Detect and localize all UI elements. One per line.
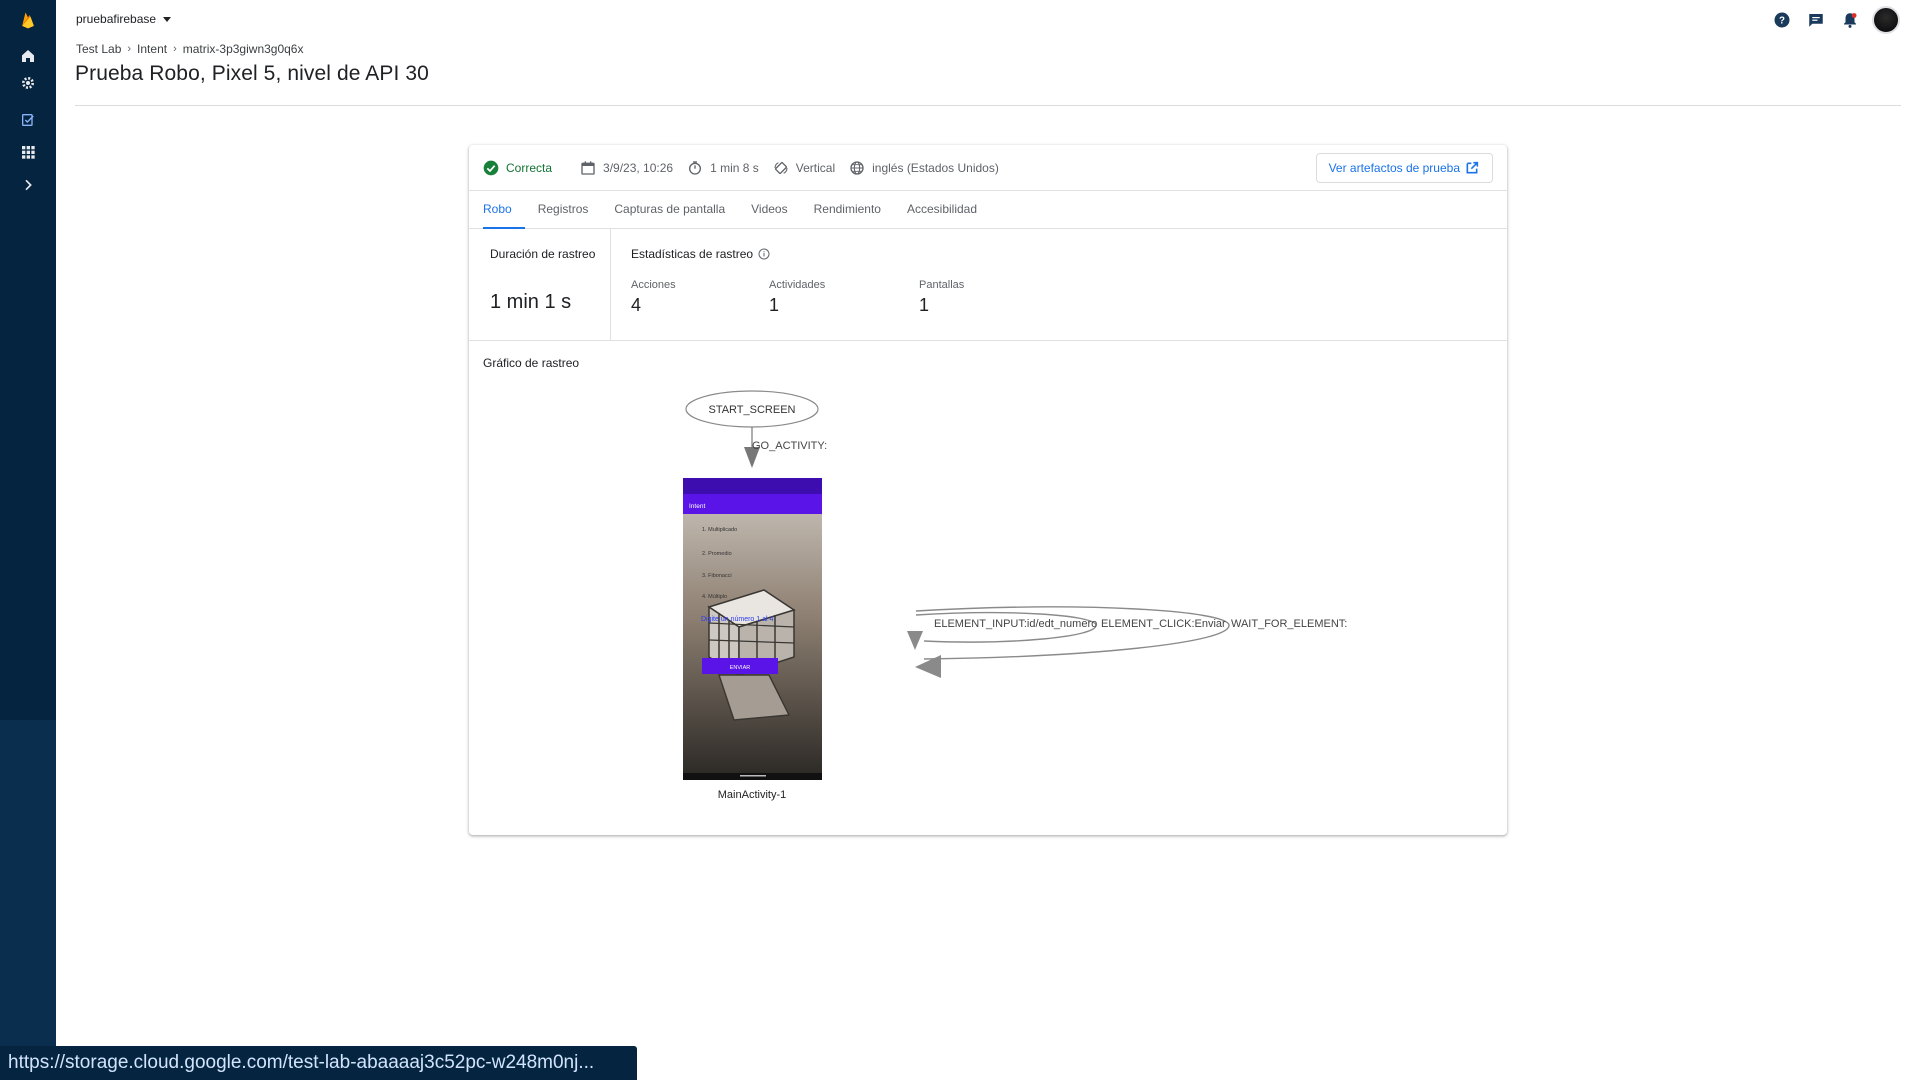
edge-label: GO_ACTIVITY: — [752, 440, 827, 452]
loop-label-input: ELEMENT_INPUT:id/edt_numero — [934, 618, 1097, 630]
test-result-card: Correcta 3/9/23, 10:26 1 min 8 s Vertica… — [469, 145, 1507, 835]
status-badge: Correcta — [483, 160, 552, 176]
project-name: pruebafirebase — [76, 12, 157, 26]
go-activity-edge: GO_ACTIVITY: — [744, 427, 827, 468]
metric-pantallas: Pantallas 1 — [919, 279, 964, 316]
loop-label-wait: WAIT_FOR_ELEMENT: — [1231, 618, 1347, 630]
screen-node-label: MainActivity-1 — [718, 789, 786, 801]
result-tabs: Robo Registros Capturas de pantalla Vide… — [469, 191, 1507, 229]
crawl-duration-label: Duración de rastreo — [490, 247, 596, 261]
view-artifacts-button[interactable]: Ver artefactos de prueba — [1315, 152, 1493, 183]
locale-text: inglés (Estados Unidos) — [872, 160, 999, 175]
date-info: 3/9/23, 10:26 — [580, 160, 673, 176]
header-divider — [75, 105, 1901, 106]
rail-decoration — [0, 720, 56, 1080]
crawl-graph: START_SCREEN GO_ACTIVITY: Intent 1. Mult… — [683, 390, 1347, 801]
project-selector[interactable]: pruebafirebase — [76, 12, 172, 26]
help-icon[interactable]: ? — [1770, 8, 1794, 32]
home-icon[interactable] — [16, 44, 40, 68]
calendar-icon — [581, 160, 595, 175]
view-artifacts-label: Ver artefactos de prueba — [1328, 160, 1460, 175]
tab-capturas[interactable]: Capturas de pantalla — [614, 190, 738, 228]
tab-registros[interactable]: Registros — [538, 190, 602, 228]
test-summary-bar: Correcta 3/9/23, 10:26 1 min 8 s Vertica… — [469, 145, 1507, 191]
crawl-statistics-panel: Estadísticas de rastreo Acciones 4 Activ… — [611, 229, 1507, 340]
crawl-duration-panel: Duración de rastreo 1 min 1 s — [469, 229, 611, 340]
tab-robo[interactable]: Robo — [483, 190, 525, 229]
breadcrumb-test-lab[interactable]: Test Lab — [76, 42, 121, 56]
phone-menu-item: 1. Multiplicado — [702, 527, 737, 533]
test-lab-icon[interactable] — [16, 108, 40, 132]
chevron-right-icon[interactable] — [16, 173, 40, 197]
breadcrumb: Test Lab › Intent › matrix-3p3giwn3g0q6x — [76, 42, 303, 56]
apps-grid-icon[interactable] — [16, 140, 40, 164]
check-circle-icon — [483, 160, 499, 175]
phone-enviar-button: ENVIAR — [730, 665, 751, 671]
chevron-right-icon: › — [173, 43, 177, 55]
self-loop-edges: ELEMENT_INPUT:id/edt_numero ELEMENT_CLIC… — [907, 606, 1347, 678]
timer-icon — [689, 160, 702, 175]
open-in-new-icon — [1466, 161, 1479, 173]
orientation-text: Vertical — [795, 160, 836, 175]
tab-rendimiento[interactable]: Rendimiento — [814, 190, 894, 228]
main-activity-screen-node[interactable]: Intent 1. Multiplicado 2. Promedio 3. Fi… — [683, 478, 822, 801]
globe-icon — [850, 160, 864, 175]
dropdown-caret-icon — [163, 16, 172, 22]
breadcrumb-matrix[interactable]: matrix-3p3giwn3g0q6x — [183, 42, 304, 56]
feedback-icon[interactable] — [1804, 8, 1828, 32]
chevron-right-icon: › — [127, 43, 132, 55]
phone-input-hint: Digite un número 1 al 4 — [701, 616, 773, 623]
metric-value: 4 — [631, 295, 642, 315]
phone-menu-item: 4. Múltiplo — [702, 594, 727, 600]
tab-accesibilidad[interactable]: Accesibilidad — [907, 190, 990, 228]
phone-menu-item: 2. Promedio — [702, 551, 732, 557]
screen-rotation-icon — [774, 161, 788, 174]
start-node-label: START_SCREEN — [708, 404, 795, 416]
user-avatar[interactable] — [1872, 6, 1900, 34]
left-nav-rail — [0, 0, 56, 1080]
gear-icon[interactable] — [16, 71, 40, 95]
tab-videos[interactable]: Videos — [751, 190, 800, 228]
loop-label-click: ELEMENT_CLICK:Enviar — [1101, 618, 1226, 630]
hover-link-status: https://storage.cloud.google.com/test-la… — [0, 1046, 637, 1080]
svg-text:?: ? — [1779, 15, 1785, 26]
page-title: Prueba Robo, Pixel 5, nivel de API 30 — [75, 62, 429, 85]
duration-info: 1 min 8 s — [687, 160, 759, 176]
orientation-info: Vertical — [773, 160, 835, 176]
top-right-toolbar: ? — [1770, 6, 1900, 34]
firebase-logo-icon[interactable] — [16, 8, 40, 32]
phone-menu-item: 3. Fibonacci — [702, 573, 732, 579]
test-date: 3/9/23, 10:26 — [603, 160, 674, 175]
crawl-graph-title: Gráfico de rastreo — [483, 356, 580, 370]
start-screen-node[interactable]: START_SCREEN — [685, 390, 819, 428]
metric-label: Pantallas — [919, 279, 965, 291]
metric-actividades: Actividades 1 — [769, 279, 825, 316]
crawl-duration-value: 1 min 1 s — [490, 291, 572, 313]
metric-value: 1 — [769, 295, 780, 315]
info-icon[interactable] — [758, 248, 770, 260]
status-text: Correcta — [506, 160, 553, 175]
breadcrumb-intent[interactable]: Intent — [137, 42, 167, 56]
crawl-stats-label: Estadísticas de rastreo — [631, 247, 754, 261]
test-duration: 1 min 8 s — [710, 160, 759, 175]
metric-label: Acciones — [631, 279, 676, 291]
phone-appbar-title: Intent — [689, 503, 705, 510]
metric-value: 1 — [919, 295, 930, 315]
metric-acciones: Acciones 4 — [631, 279, 676, 316]
metric-label: Actividades — [769, 279, 826, 291]
notifications-bell-icon[interactable] — [1838, 8, 1862, 32]
locale-info: inglés (Estados Unidos) — [849, 160, 999, 176]
crawl-stats-panel: Duración de rastreo 1 min 1 s Estadístic… — [469, 229, 1507, 341]
